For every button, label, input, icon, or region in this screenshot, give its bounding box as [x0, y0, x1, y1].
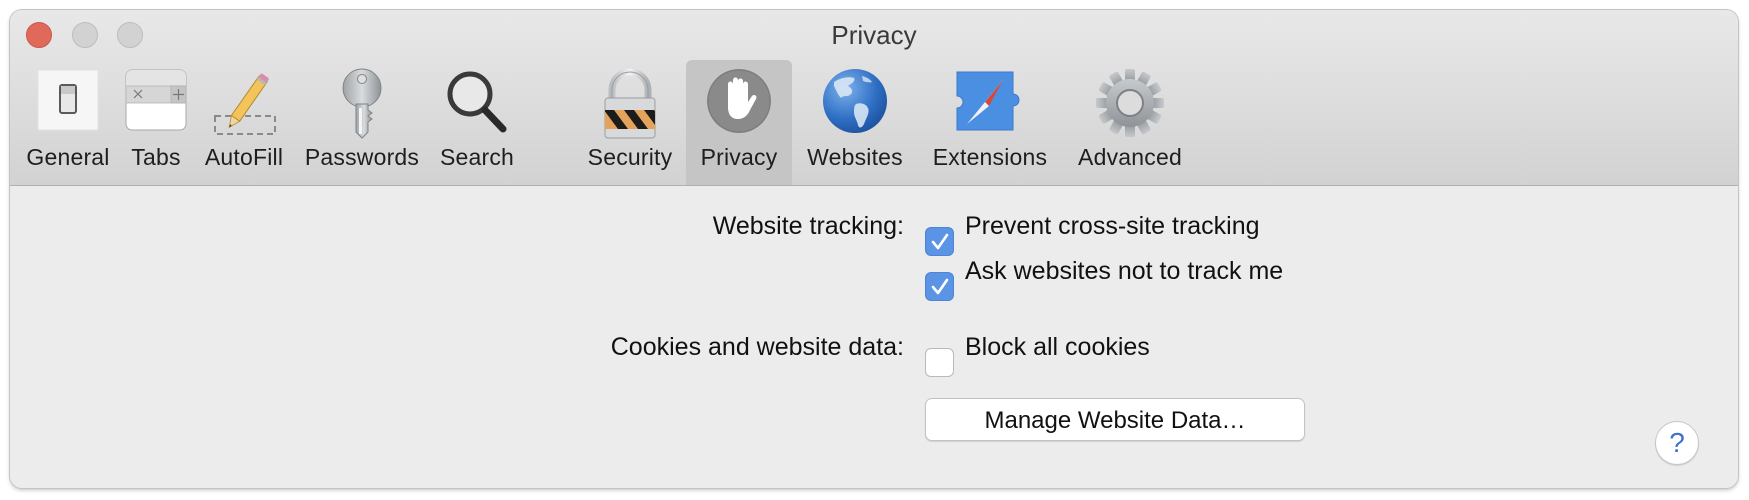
puzzle-compass-icon [924, 68, 1056, 138]
tab-label: Passwords [304, 144, 420, 170]
tab-passwords[interactable]: Passwords [298, 60, 426, 185]
tab-privacy[interactable]: Privacy [686, 60, 792, 185]
pencil-icon [194, 68, 294, 138]
tab-label: Tabs [131, 144, 181, 170]
tabs-icon [122, 68, 190, 138]
tab-label: AutoFill [204, 144, 284, 170]
help-button[interactable]: ? [1655, 421, 1699, 465]
prevent-cross-site-tracking-label[interactable]: Prevent cross-site tracking [965, 212, 1260, 241]
prevent-cross-site-tracking-checkbox[interactable] [925, 227, 954, 256]
tab-extensions[interactable]: Extensions [924, 60, 1056, 185]
tab-label: Security [587, 144, 673, 170]
tab-autofill[interactable]: AutoFill [194, 60, 294, 185]
tab-websites[interactable]: Websites [798, 60, 912, 185]
preferences-window: Privacy General Tabs AutoFill Passwords … [10, 10, 1738, 488]
tab-general[interactable]: General [18, 60, 118, 185]
gear-icon [1066, 68, 1194, 138]
tab-advanced[interactable]: Advanced [1066, 60, 1194, 185]
block-all-cookies-label[interactable]: Block all cookies [965, 333, 1150, 362]
tab-security[interactable]: Security [580, 60, 680, 185]
ask-not-to-track-checkbox[interactable] [925, 272, 954, 301]
globe-icon [798, 68, 912, 138]
tab-label: Extensions [932, 144, 1048, 170]
website-tracking-label: Website tracking: [712, 212, 904, 240]
lock-icon [580, 68, 680, 139]
tab-label: Search [439, 144, 515, 170]
tab-label: Websites [807, 144, 903, 170]
titlebar-toolbar: Privacy General Tabs AutoFill Passwords … [10, 10, 1738, 186]
cookies-label: Cookies and website data: [610, 333, 904, 361]
block-all-cookies-checkbox[interactable] [925, 348, 954, 377]
switch-icon [18, 68, 118, 138]
tab-tabs[interactable]: Tabs [122, 60, 190, 185]
magnifier-icon [430, 68, 524, 138]
tab-search[interactable]: Search [430, 60, 524, 185]
hand-icon [686, 68, 792, 138]
manage-website-data-button[interactable]: Manage Website Data… [925, 398, 1305, 441]
tab-label: General [26, 144, 110, 170]
tab-label: Privacy [700, 144, 778, 170]
window-title: Privacy [831, 20, 917, 50]
privacy-pane: Website tracking: Prevent cross-site tra… [10, 186, 1738, 488]
ask-not-to-track-label[interactable]: Ask websites not to track me [965, 257, 1283, 286]
tab-label: Advanced [1078, 144, 1182, 170]
key-icon [298, 68, 426, 139]
